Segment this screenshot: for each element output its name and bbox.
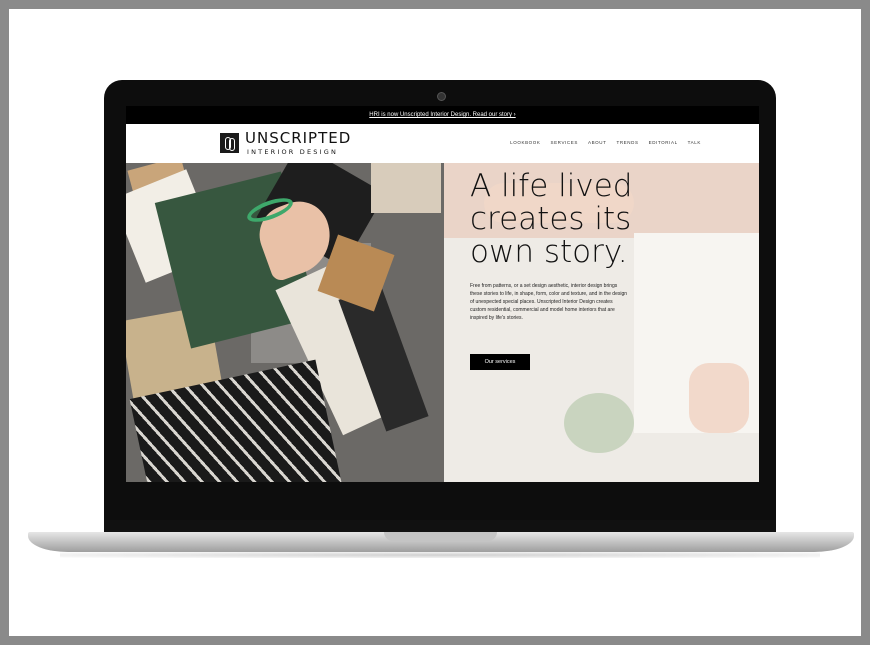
main-nav: LOOKBOOK SERVICES ABOUT TRENDS EDITORIAL… — [510, 140, 701, 145]
laptop-shadow — [60, 552, 820, 558]
laptop-notch — [384, 532, 497, 541]
nav-item-lookbook[interactable]: LOOKBOOK — [510, 140, 540, 145]
nav-item-about[interactable]: ABOUT — [588, 140, 607, 145]
our-services-button[interactable]: Our services — [470, 354, 530, 370]
nav-item-editorial[interactable]: EDITORIAL — [649, 140, 678, 145]
hero-copy: A life lived creates its own story. Free… — [470, 168, 670, 370]
nav-item-trends[interactable]: TRENDS — [616, 140, 638, 145]
hero-image-materials — [126, 163, 444, 482]
logo-icon[interactable] — [220, 133, 239, 153]
hero-headline: A life lived creates its own story. — [470, 168, 633, 270]
nav-item-services[interactable]: SERVICES — [550, 140, 577, 145]
webcam-icon — [437, 92, 446, 101]
brand-name[interactable]: UNSCRIPTED — [245, 129, 351, 147]
cream-fabric-sample — [371, 163, 441, 213]
hero-body: Free from patterns, or a set design aest… — [470, 283, 628, 321]
site-header: UNSCRIPTED INTERIOR DESIGN LOOKBOOK SERV… — [126, 124, 759, 163]
hand-image — [689, 363, 749, 433]
nav-item-talk[interactable]: TALK — [688, 140, 701, 145]
announcement-bar[interactable]: HRI is now Unscripted Interior Design. R… — [126, 106, 759, 124]
plant-image — [564, 393, 634, 453]
brand-tagline: INTERIOR DESIGN — [247, 148, 339, 156]
laptop-chin — [104, 520, 776, 532]
announcement-link[interactable]: HRI is now Unscripted Interior Design. R… — [369, 112, 515, 118]
website-screen: HRI is now Unscripted Interior Design. R… — [126, 106, 759, 482]
